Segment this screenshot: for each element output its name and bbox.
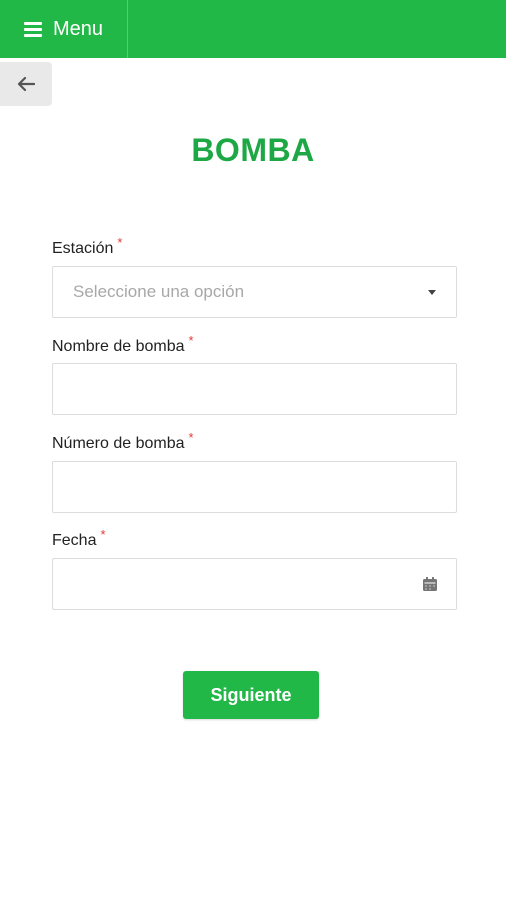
menu-label: Menu xyxy=(53,17,104,40)
top-app-bar: Menu xyxy=(0,0,506,58)
pump-number-label: Número de bomba * xyxy=(52,430,194,453)
back-button[interactable] xyxy=(0,62,52,106)
menu-button[interactable]: Menu xyxy=(0,0,128,58)
required-mark: * xyxy=(100,527,106,542)
station-select[interactable]: Seleccione una opción xyxy=(52,266,457,318)
calendar-icon[interactable] xyxy=(422,576,438,592)
arrow-left-icon xyxy=(17,76,35,92)
required-mark: * xyxy=(188,333,194,348)
station-label: Estación * xyxy=(52,235,122,258)
date-label-text: Fecha xyxy=(52,532,97,549)
date-field[interactable] xyxy=(52,558,457,610)
pump-number-field[interactable] xyxy=(52,461,457,513)
pump-name-label: Nombre de bomba * xyxy=(52,333,194,356)
pump-name-field[interactable] xyxy=(52,363,457,415)
required-mark: * xyxy=(117,235,123,250)
station-label-text: Estación xyxy=(52,240,114,257)
date-label: Fecha * xyxy=(52,527,106,550)
pump-number-label-text: Número de bomba xyxy=(52,435,185,452)
pump-name-label-text: Nombre de bomba xyxy=(52,338,185,355)
page-title: BOMBA xyxy=(191,132,315,168)
next-button[interactable]: Siguiente xyxy=(183,671,319,719)
station-select-placeholder: Seleccione una opción xyxy=(73,282,245,301)
hamburger-icon xyxy=(24,21,42,37)
required-mark: * xyxy=(188,430,194,445)
chevron-down-icon xyxy=(428,290,436,295)
